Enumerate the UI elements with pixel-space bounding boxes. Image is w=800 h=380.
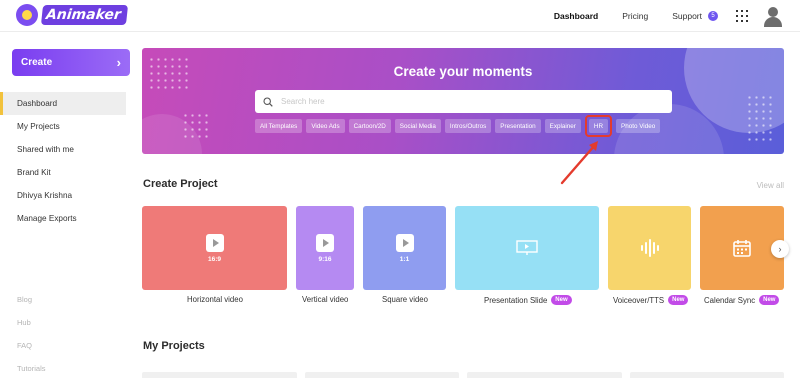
hero-banner: Create your moments All Templates Video … [142, 48, 784, 154]
project-thumbnail[interactable] [142, 372, 297, 378]
sidebar-item-manage-exports[interactable]: Manage Exports [0, 207, 134, 230]
my-projects-heading: My Projects [143, 340, 205, 352]
sidebar-item-workspace[interactable]: Dhivya Krishna [0, 184, 134, 207]
notification-badge[interactable]: 5 [708, 11, 718, 21]
chip-video-ads[interactable]: Video Ads [306, 119, 345, 133]
calendar-icon [733, 240, 751, 257]
nav-dashboard[interactable]: Dashboard [554, 11, 598, 21]
sound-wave-icon [640, 239, 659, 257]
sidebar-menu: Dashboard My Projects Shared with me Bra… [0, 92, 134, 230]
main-nav: Dashboard Pricing Support 5 [542, 0, 784, 32]
create-button[interactable]: Create › [12, 49, 130, 76]
hero-title: Create your moments [393, 64, 533, 79]
sidebar-footer: Blog Hub FAQ Tutorials [17, 288, 45, 380]
chip-presentation[interactable]: Presentation [495, 119, 541, 133]
chip-cartoon-2d[interactable]: Cartoon/2D [348, 119, 391, 133]
new-badge: New [668, 295, 689, 305]
sidebar-item-brand-kit[interactable]: Brand Kit [0, 161, 134, 184]
card-label-square-video: Square video [382, 295, 428, 304]
footer-link-blog[interactable]: Blog [17, 288, 45, 311]
apps-grid-icon[interactable] [736, 10, 748, 22]
card-vertical-video[interactable]: 9:16 [296, 206, 354, 290]
chevron-right-icon: › [116, 55, 121, 70]
card-label-voiceover-tts: Voiceover/TTS New [613, 295, 689, 305]
card-label-presentation-slide: Presentation Slide New [484, 295, 572, 305]
logo-text: Animaker [40, 5, 128, 25]
new-badge: New [551, 295, 572, 305]
top-bar: Animaker Dashboard Pricing Support 5 [0, 0, 800, 32]
chip-all-templates[interactable]: All Templates [255, 119, 303, 133]
animaker-logo[interactable]: Animaker [16, 4, 128, 26]
sidebar-item-shared-with-me[interactable]: Shared with me [0, 138, 134, 161]
template-search-bar[interactable] [255, 90, 672, 113]
card-label-horizontal-video: Horizontal video [187, 295, 243, 304]
chip-explainer[interactable]: Explainer [544, 119, 581, 133]
my-projects-list [142, 372, 784, 378]
decorative-dots [746, 94, 776, 144]
card-horizontal-video[interactable]: 16:9 [142, 206, 287, 290]
decorative-dots [182, 112, 212, 142]
footer-link-faq[interactable]: FAQ [17, 334, 45, 357]
sidebar: Create › Dashboard My Projects Shared wi… [0, 32, 134, 378]
chip-photo-video[interactable]: Photo Video [616, 119, 661, 133]
presentation-icon [516, 240, 538, 255]
template-category-chips: All Templates Video Ads Cartoon/2D Socia… [255, 115, 661, 137]
chip-social-media[interactable]: Social Media [394, 119, 441, 133]
card-label-calendar-sync: Calendar Sync New [704, 295, 780, 305]
carousel-next-button[interactable]: › [771, 240, 789, 258]
animaker-logo-icon [16, 4, 38, 26]
card-presentation-slide[interactable] [455, 206, 599, 290]
search-icon [263, 96, 273, 107]
card-voiceover-tts[interactable] [608, 206, 691, 290]
create-button-label: Create [21, 57, 53, 68]
nav-support[interactable]: Support [672, 11, 702, 21]
footer-link-tutorials[interactable]: Tutorials [17, 357, 45, 380]
card-square-video[interactable]: 1:1 [363, 206, 446, 290]
project-thumbnail[interactable] [629, 372, 784, 378]
search-input[interactable] [281, 97, 661, 106]
chevron-right-icon: › [778, 244, 782, 254]
sidebar-item-dashboard[interactable]: Dashboard [0, 92, 126, 115]
ratio-label: 9:16 [318, 255, 332, 263]
create-project-heading: Create Project [143, 178, 218, 190]
card-label-vertical-video: Vertical video [302, 295, 349, 304]
ratio-label: 16:9 [207, 255, 221, 263]
ratio-label: 1:1 [399, 255, 410, 263]
play-icon [316, 233, 334, 252]
chip-hr[interactable]: HR [584, 115, 613, 137]
nav-pricing[interactable]: Pricing [622, 11, 648, 21]
user-avatar-icon[interactable] [762, 5, 784, 27]
play-icon [395, 233, 414, 252]
chip-intros-outros[interactable]: Intros/Outros [444, 119, 492, 133]
create-project-cards: 16:9 Horizontal video 9:16 Vertical vide… [142, 206, 784, 316]
new-badge: New [759, 295, 780, 305]
sidebar-item-my-projects[interactable]: My Projects [0, 115, 134, 138]
project-thumbnail[interactable] [304, 372, 459, 378]
footer-link-hub[interactable]: Hub [17, 311, 45, 334]
project-thumbnail[interactable] [467, 372, 622, 378]
view-all-link[interactable]: View all [757, 181, 784, 190]
play-icon [205, 233, 224, 252]
annotation-arrow-icon [560, 141, 598, 185]
